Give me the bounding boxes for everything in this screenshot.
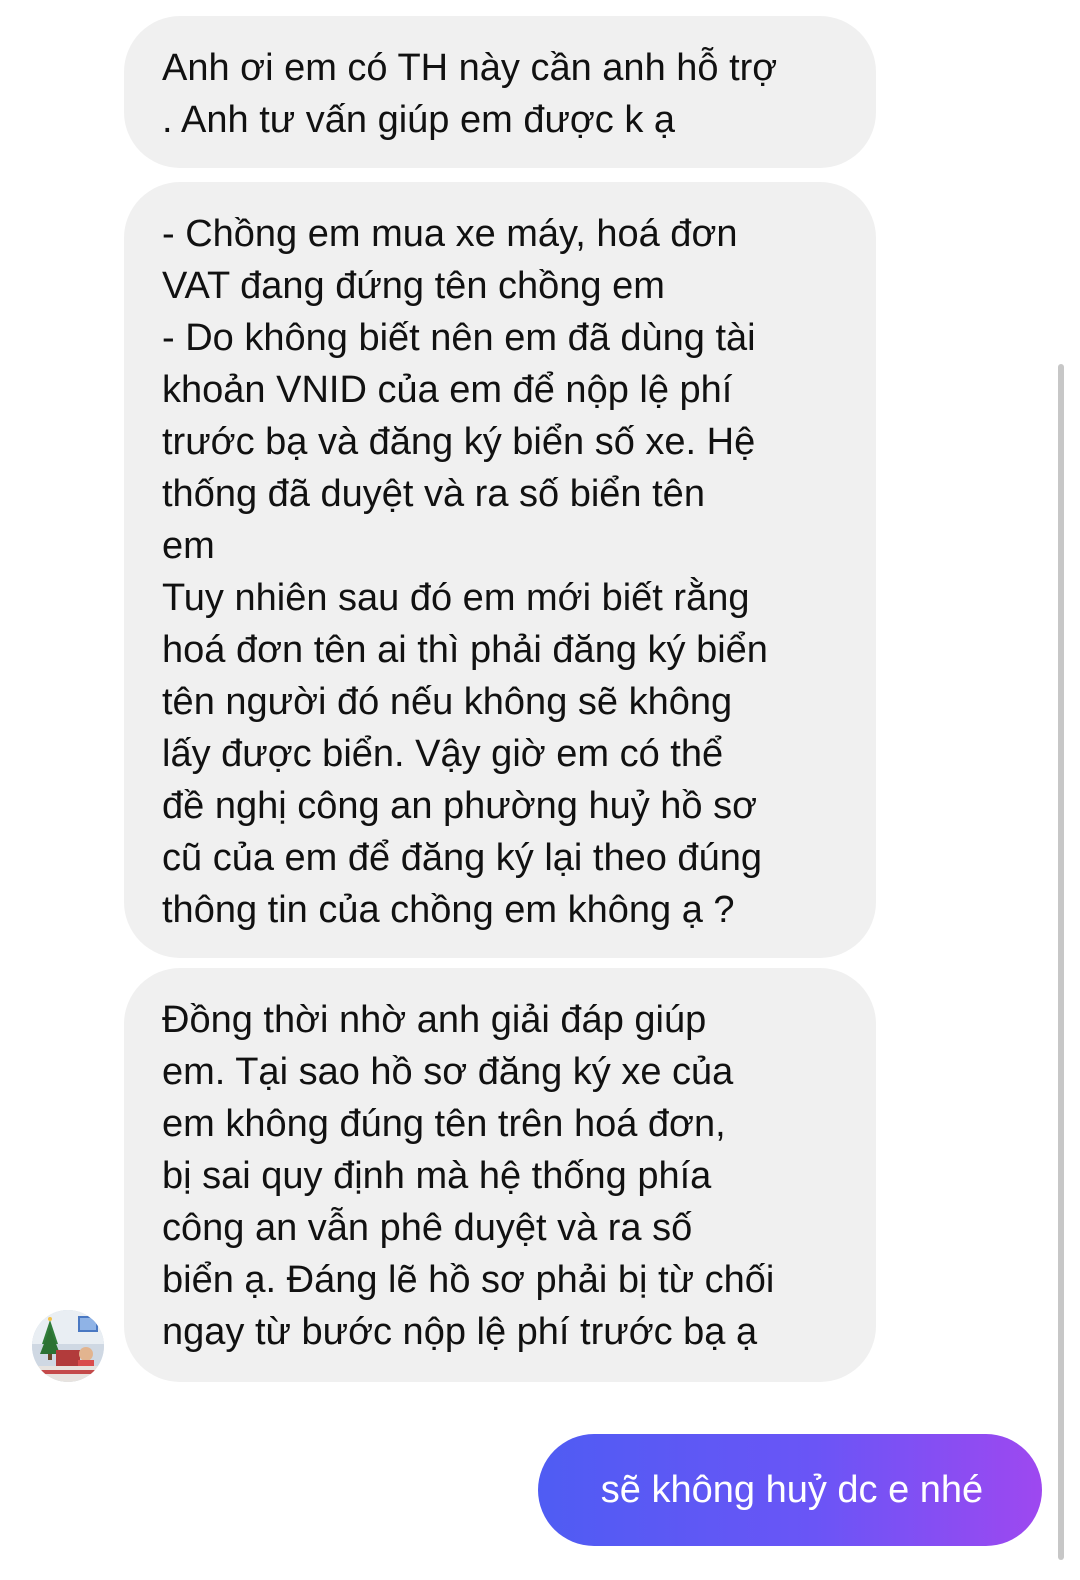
- sender-avatar[interactable]: [32, 1310, 104, 1382]
- scrollbar[interactable]: [1058, 364, 1064, 1560]
- incoming-message[interactable]: Đồng thời nhờ anh giải đáp giúp em. Tại …: [124, 968, 876, 1382]
- incoming-message[interactable]: Anh ơi em có TH này cần anh hỗ trợ . Anh…: [124, 16, 876, 168]
- avatar-photo: [32, 1310, 104, 1382]
- incoming-message[interactable]: - Chồng em mua xe máy, hoá đơn VAT đang …: [124, 182, 876, 958]
- outgoing-message[interactable]: sẽ không huỷ dc e nhé: [538, 1434, 1042, 1546]
